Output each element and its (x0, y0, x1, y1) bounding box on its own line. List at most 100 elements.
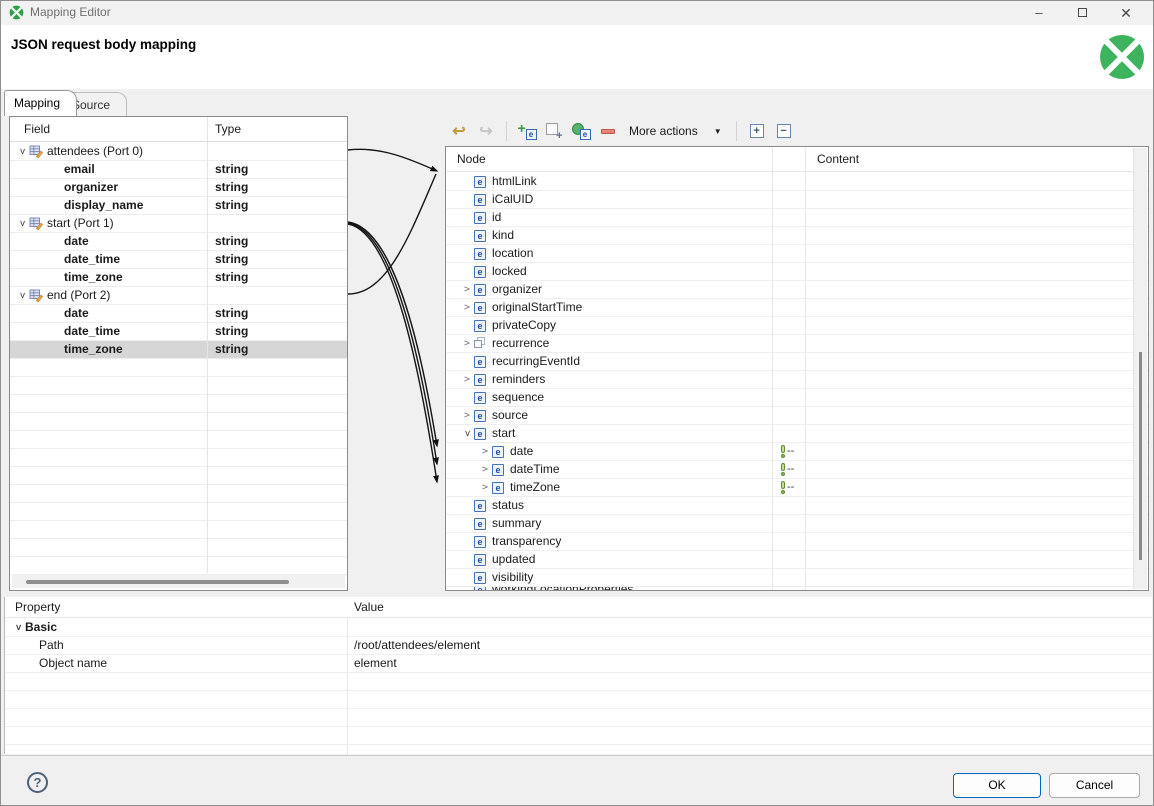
node-content[interactable] (805, 407, 1148, 424)
node-content[interactable] (805, 353, 1148, 370)
chevron-right-icon[interactable]: > (478, 443, 492, 460)
field-row[interactable]: email string (10, 161, 347, 179)
cancel-button[interactable]: Cancel (1049, 773, 1140, 798)
node-row[interactable]: e htmlLink (446, 173, 1148, 191)
property-row-empty[interactable] (5, 691, 1152, 709)
chevron-right-icon[interactable]: > (460, 407, 474, 424)
chevron-down-icon[interactable]: > (14, 145, 31, 159)
field-row[interactable]: date string (10, 233, 347, 251)
node-content[interactable] (805, 209, 1148, 226)
property-row[interactable]: Object name element (5, 655, 1152, 673)
field-row[interactable]: > start (Port 1) (10, 215, 347, 233)
remove-icon[interactable] (598, 120, 618, 142)
field-row[interactable]: > end (Port 2) (10, 287, 347, 305)
node-row[interactable]: > e source (446, 407, 1148, 425)
add-attribute-icon[interactable]: + (544, 120, 564, 142)
node-content[interactable] (805, 497, 1148, 514)
ok-button[interactable]: OK (953, 773, 1041, 798)
field-row[interactable]: organizer string (10, 179, 347, 197)
node-row[interactable]: > e date -- (446, 443, 1148, 461)
property-row-empty[interactable] (5, 673, 1152, 691)
property-row[interactable]: Path /root/attendees/element (5, 637, 1152, 655)
node-row[interactable]: > recurrence (446, 335, 1148, 353)
node-row[interactable]: e location (446, 245, 1148, 263)
field-row-empty[interactable] (10, 449, 347, 467)
chevron-down-icon[interactable]: > (10, 621, 27, 635)
node-content[interactable] (805, 371, 1148, 388)
expand-all-icon[interactable]: + (747, 120, 767, 142)
node-row[interactable]: e status (446, 497, 1148, 515)
field-row[interactable]: date_time string (10, 323, 347, 341)
node-row[interactable]: > e timeZone -- (446, 479, 1148, 497)
close-button[interactable]: ✕ (1111, 1, 1141, 25)
field-row[interactable]: time_zone string (10, 269, 347, 287)
chevron-down-icon[interactable]: > (14, 217, 31, 231)
node-content[interactable] (805, 479, 1148, 496)
chevron-down-icon[interactable]: > (459, 427, 476, 441)
horizontal-scrollbar-thumb[interactable] (26, 580, 289, 584)
collapse-all-icon[interactable]: − (774, 120, 794, 142)
field-row-empty[interactable] (10, 467, 347, 485)
node-content[interactable] (805, 299, 1148, 316)
redo-icon[interactable]: ↪ (476, 120, 496, 142)
node-content[interactable] (805, 533, 1148, 550)
node-content[interactable] (805, 281, 1148, 298)
node-content[interactable] (805, 263, 1148, 280)
node-row[interactable]: e visibility (446, 569, 1148, 587)
field-row-empty[interactable] (10, 539, 347, 557)
field-row[interactable]: > attendees (Port 0) (10, 143, 347, 161)
node-content[interactable] (805, 569, 1148, 586)
chevron-down-icon[interactable]: > (14, 289, 31, 303)
chevron-right-icon[interactable]: > (478, 479, 492, 496)
field-row-empty[interactable] (10, 485, 347, 503)
node-row[interactable]: > e reminders (446, 371, 1148, 389)
field-row[interactable]: display_name string (10, 197, 347, 215)
field-row[interactable]: time_zone string (10, 341, 347, 359)
node-content[interactable] (805, 335, 1148, 352)
node-content[interactable] (805, 587, 1148, 591)
node-content[interactable] (805, 317, 1148, 334)
add-element-icon[interactable]: +e (517, 120, 537, 142)
chevron-right-icon[interactable]: > (460, 299, 474, 316)
node-row[interactable]: e iCalUID (446, 191, 1148, 209)
more-actions-button[interactable]: More actions ▼ (625, 124, 726, 138)
chevron-right-icon[interactable]: > (460, 335, 474, 352)
chevron-right-icon[interactable]: > (460, 281, 474, 298)
node-row[interactable]: e updated (446, 551, 1148, 569)
help-button[interactable]: ? (27, 772, 48, 793)
field-row-empty[interactable] (10, 431, 347, 449)
property-row[interactable]: > Basic (5, 619, 1152, 637)
node-row[interactable]: e recurringEventId (446, 353, 1148, 371)
node-row[interactable]: > e dateTime -- (446, 461, 1148, 479)
field-row-empty[interactable] (10, 503, 347, 521)
horizontal-scrollbar[interactable] (12, 575, 345, 588)
node-row[interactable]: e sequence (446, 389, 1148, 407)
node-row[interactable]: > e start (446, 425, 1148, 443)
node-row[interactable]: e id (446, 209, 1148, 227)
node-row[interactable]: e kind (446, 227, 1148, 245)
node-row[interactable]: > e originalStartTime (446, 299, 1148, 317)
chevron-right-icon[interactable]: > (478, 461, 492, 478)
field-row-empty[interactable] (10, 557, 347, 575)
node-row[interactable]: e transparency (446, 533, 1148, 551)
vertical-scrollbar-thumb[interactable] (1139, 352, 1142, 560)
node-row[interactable]: e summary (446, 515, 1148, 533)
add-wildcard-element-icon[interactable]: e (571, 120, 591, 142)
vertical-scrollbar[interactable] (1133, 148, 1147, 589)
node-content[interactable] (805, 245, 1148, 262)
node-row[interactable]: > e organizer (446, 281, 1148, 299)
minimize-button[interactable]: – (1024, 1, 1054, 25)
field-row[interactable]: date string (10, 305, 347, 323)
field-row-empty[interactable] (10, 377, 347, 395)
node-content[interactable] (805, 389, 1148, 406)
field-row-empty[interactable] (10, 413, 347, 431)
maximize-button[interactable] (1067, 1, 1097, 25)
field-row-empty[interactable] (10, 521, 347, 539)
node-content[interactable] (805, 515, 1148, 532)
node-row[interactable]: e locked (446, 263, 1148, 281)
property-row-empty[interactable] (5, 727, 1152, 745)
node-row[interactable]: e workingLocationProperties (446, 587, 1148, 591)
field-row[interactable]: date_time string (10, 251, 347, 269)
node-row[interactable]: e privateCopy (446, 317, 1148, 335)
field-row-empty[interactable] (10, 395, 347, 413)
